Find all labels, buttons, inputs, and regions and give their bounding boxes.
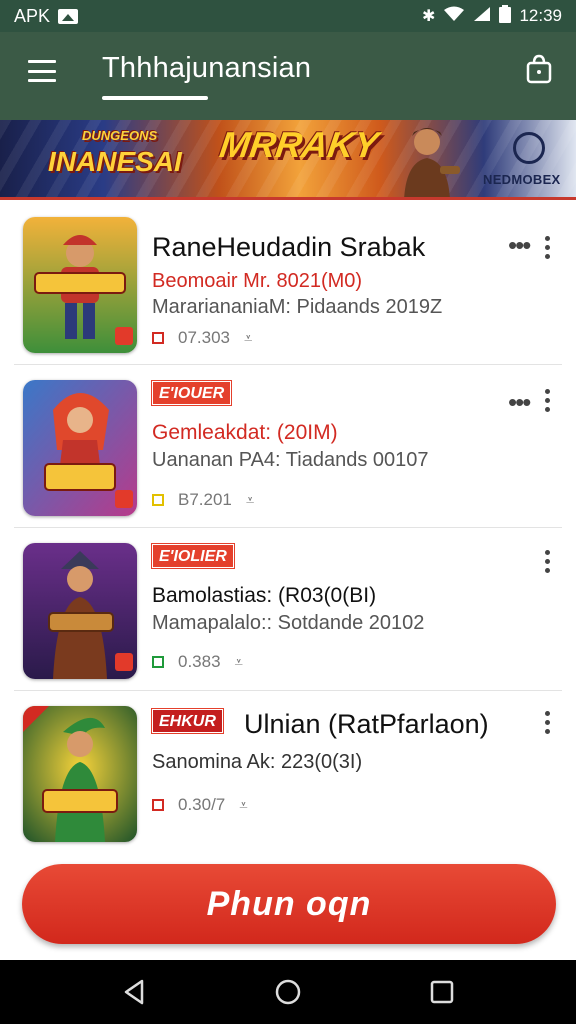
app-thumbnail-image [23,543,137,679]
back-icon[interactable] [120,978,148,1006]
download-icon: ⩡ [239,796,248,814]
more-options-horizontal-icon[interactable]: ••• [508,387,531,418]
more-options-icon[interactable] [545,550,553,573]
promo-banner[interactable]: DUNGEONS INANESAI MRRAKY NEDMOBEX [0,120,576,200]
app-meta: 0.30/7 ⩡ [152,795,248,815]
app-meta-value: 07.303 [178,328,230,347]
banner-left-logo-text: INANESAI [48,146,182,177]
menu-icon[interactable] [28,60,56,82]
app-subtitle: Beomoair Mr. 8021(M0) [152,270,363,292]
bluetooth-icon: ✱ [422,8,436,25]
more-options-horizontal-icon[interactable]: ••• [508,230,531,261]
banner-left-logo: DUNGEONS INANESAI [48,128,182,190]
download-icon: ⩡ [234,653,244,671]
category-badge: E'IOUER [152,381,232,405]
status-right: ✱ 12:39 [422,4,562,28]
system-nav-bar [0,960,576,1024]
banner-center-logo: MRRAKY [217,124,381,165]
home-icon[interactable] [274,978,302,1006]
battery-icon [499,4,512,28]
brand-text: NEDMOBEX [483,172,561,187]
hero-character-image [404,128,460,197]
app-thumbnail-image [23,706,137,842]
recents-icon[interactable] [428,978,456,1006]
app-title: RaneHeudadin Srabak [152,232,426,262]
rating-icon [152,332,164,344]
app-thumbnail[interactable] [23,543,137,679]
app-meta: B7.201 ⩡ [152,490,254,510]
app-meta-value: 0.383 [178,652,221,671]
banner-left-logo-small: DUNGEONS [82,128,158,143]
title-underline [102,96,208,100]
category-badge: EHKUR [152,709,223,733]
status-time: 12:39 [519,6,562,25]
more-options-icon[interactable] [545,236,553,259]
app-bar: Thhhajunansian [0,32,576,120]
rating-icon [152,656,164,668]
list-item[interactable]: EHKUR Ulnian (RatPfarlaon) Sanomina Ak: … [14,691,562,849]
rating-icon [152,494,164,506]
signal-icon [473,6,491,27]
app-title: Ulnian (RatPfarlaon) [244,709,489,739]
app-meta: 0.383 ⩡ [152,652,243,672]
app-detail: Mamapalalo:: Sotdande 20102 [152,612,425,634]
image-icon [58,8,79,24]
app-detail: MarariananiaM: Pidaands 2019Z [152,296,443,318]
more-options-icon[interactable] [545,389,553,412]
app-meta: 07.303 ⩡ [152,328,252,348]
app-subtitle: Bamolastias: (R03(0(BI) [152,584,377,607]
list-item[interactable]: E'IOLIER Bamolastias: (R03(0(BI) Mamapal… [14,528,562,691]
app-title: Thhhajunansian [102,52,312,84]
app-detail: Sanomina Ak: 223(0(3I) [152,751,363,773]
app-thumbnail-image [23,380,137,516]
list-item[interactable]: RaneHeudadin Srabak Beomoair Mr. 8021(M0… [14,202,562,365]
app-thumbnail-image [23,217,137,353]
app-thumbnail[interactable] [23,706,137,842]
app-list: RaneHeudadin Srabak Beomoair Mr. 8021(M0… [14,202,562,849]
status-bar: APK ✱ 12:39 [0,0,576,32]
wifi-icon [443,6,465,27]
primary-action-button[interactable]: Phun oqn [22,864,556,944]
app-detail: Uananan PA4: Tiadands 00107 [152,449,429,471]
app-screen: APK ✱ 12:39 Thhhajunansian DUNGEONS INAN… [0,0,576,1024]
app-subtitle: Gemleakdat: (20IM) [152,421,338,444]
cta-container: Phun oqn [0,848,576,960]
app-thumbnail[interactable] [23,380,137,516]
category-badge: E'IOLIER [152,544,234,568]
download-icon: ⩡ [245,491,255,509]
more-options-icon[interactable] [545,711,553,734]
bag-icon[interactable] [526,54,552,84]
list-item[interactable]: E'IOUER Gemleakdat: (20IM) Uananan PA4: … [14,365,562,528]
carrier-label: APK [14,5,51,26]
app-thumbnail[interactable] [23,217,137,353]
app-meta-value: 0.30/7 [178,795,226,814]
brand-logo-icon [513,132,545,164]
rating-icon [152,799,164,811]
status-left: APK [14,5,79,27]
download-icon: ⩡ [244,329,253,347]
app-meta-value: B7.201 [178,490,232,509]
